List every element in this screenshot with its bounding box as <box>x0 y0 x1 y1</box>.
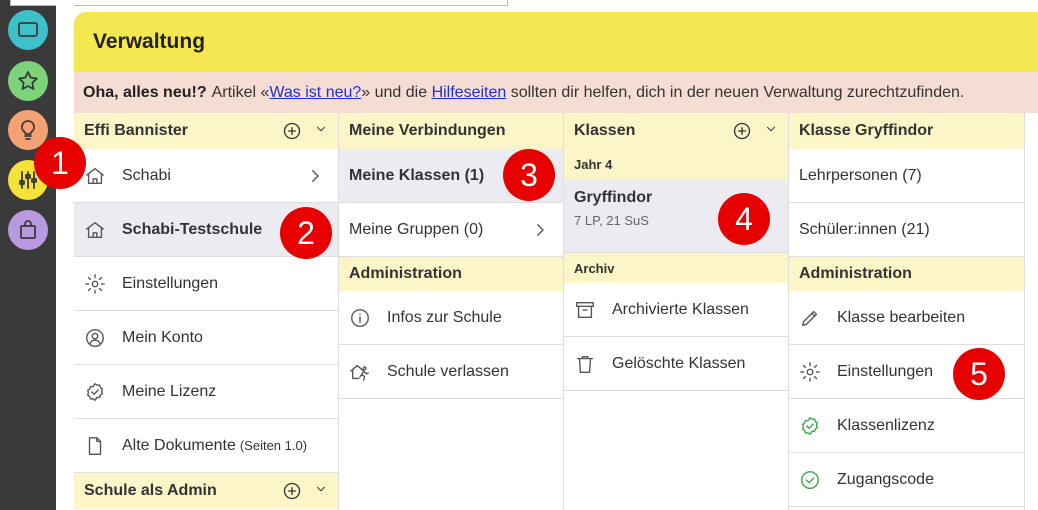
house-icon <box>86 167 104 184</box>
class-administration-header: Administration <box>789 257 1024 291</box>
add-circle-icon[interactable] <box>282 121 302 141</box>
rail-button-screen[interactable] <box>8 10 48 50</box>
column-user-header: Effi Bannister <box>74 113 338 149</box>
nav-item-label: Klasse bearbeiten <box>837 308 966 326</box>
nav-item-label: Meine Gruppen (0) <box>349 220 484 238</box>
user-circle-icon <box>86 328 104 347</box>
annotation-badge-3: 3 <box>503 149 555 201</box>
nav-item-label: Meine Klassen (1) <box>349 166 485 184</box>
column-classes-title: Klassen <box>574 122 636 139</box>
nav-item-label: Klassenlizenz <box>837 416 935 434</box>
info-icon <box>351 308 369 327</box>
document-icon <box>88 436 102 455</box>
nav-item-label: Schabi-Testschule <box>122 220 263 238</box>
notice-bar: Oha, alles neu!? Artikel « Was ist neu? … <box>74 72 1038 113</box>
nav-item-label: Meine Lizenz <box>122 382 217 400</box>
leave-school-icon <box>350 364 369 381</box>
page-gutter <box>56 0 74 510</box>
archive-header: Archiv <box>564 253 788 283</box>
nav-item-label: Schüler:innen (21) <box>799 220 930 238</box>
help-pages-link[interactable]: Hilfeseiten <box>432 84 507 102</box>
column-classes-header: Klassen <box>564 113 788 149</box>
star-icon <box>18 71 38 90</box>
nav-item-label: Alte Dokumente <box>122 436 236 454</box>
nav-item-label: Mein Konto <box>122 328 203 346</box>
browser-strip <box>10 0 508 6</box>
nav-item-klasse-bearbeiten[interactable]: Klasse bearbeiten <box>789 291 1024 345</box>
column-connections-title: Meine Verbindungen <box>349 122 506 139</box>
chevron-down-icon[interactable] <box>764 122 778 136</box>
notice-text-2: » und die <box>361 83 432 101</box>
annotation-badge-4: 4 <box>718 193 770 245</box>
trash-icon <box>576 355 594 373</box>
nav-item-label: Zugangscode <box>837 470 934 488</box>
nav-item-zugangscode[interactable]: Zugangscode <box>789 453 1024 507</box>
gear-icon <box>85 273 105 294</box>
nav-item-label: Einstellungen <box>122 274 219 292</box>
nav-item-label: Einstellungen <box>837 362 934 380</box>
admin-panel: Verwaltung Oha, alles neu!? Artikel « Wa… <box>74 12 1038 510</box>
nav-item-infos-schule[interactable]: Infos zur Schule <box>339 291 563 345</box>
chevron-right-icon <box>312 170 319 182</box>
bag-icon <box>20 220 36 239</box>
nav-item-schule-verlassen[interactable]: Schule verlassen <box>339 345 563 399</box>
notice-text-3: sollten dir helfen, dich in der neuen Ve… <box>506 83 965 101</box>
annotation-badge-5: 5 <box>953 348 1005 400</box>
chevron-down-icon[interactable] <box>314 122 328 136</box>
column-user-title: Effi Bannister <box>84 122 189 139</box>
nav-item-einstellungen[interactable]: Einstellungen <box>74 257 338 311</box>
lightbulb-icon <box>21 120 35 140</box>
nav-item-label: Archivierte Klassen <box>612 300 749 318</box>
gear-icon <box>800 361 820 382</box>
nav-item-label: Gelöschte Klassen <box>612 354 746 372</box>
nav-item-klassenlizenz[interactable]: Klassenlizenz <box>789 399 1024 453</box>
add-circle-icon[interactable] <box>732 121 752 141</box>
column-user: Effi Bannister Schabi Schabi-Testschule … <box>74 113 339 510</box>
nav-item-suffix: (Seiten 1.0) <box>239 438 308 453</box>
column-connections-header: Meine Verbindungen <box>339 113 563 149</box>
panel-header: Verwaltung <box>74 12 1038 72</box>
notice-bold: Oha, alles neu!? <box>83 83 207 101</box>
annotation-badge-1: 1 <box>34 137 86 189</box>
add-circle-icon[interactable] <box>282 481 302 501</box>
chevron-right-icon <box>537 224 544 236</box>
column-classes: Klassen Jahr 4 Gryffindor 7 LP, 21 SuS A… <box>564 113 789 510</box>
nav-item-geloeschte-klassen[interactable]: Gelöschte Klassen <box>564 337 788 391</box>
nav-item-meine-lizenz[interactable]: Meine Lizenz <box>74 365 338 419</box>
column-class-detail-title: Klasse Gryffindor <box>799 122 934 139</box>
rail-button-star[interactable] <box>8 61 48 101</box>
annotation-badge-2: 2 <box>280 207 332 259</box>
app-rail <box>0 0 56 510</box>
license-badge-icon <box>86 382 104 401</box>
column-class-detail-header: Klasse Gryffindor <box>789 113 1024 149</box>
column-class-detail: Klasse Gryffindor Lehrpersonen (7) Schül… <box>789 113 1025 510</box>
nav-item-archivierte-klassen[interactable]: Archivierte Klassen <box>564 283 788 337</box>
administration-header: Administration <box>339 257 563 291</box>
chevron-down-icon[interactable] <box>314 482 328 496</box>
whats-new-link[interactable]: Was ist neu? <box>269 84 361 102</box>
archive-icon <box>576 301 594 318</box>
license-badge-icon <box>801 416 819 435</box>
screen-icon <box>18 22 38 37</box>
check-circle-icon <box>801 470 819 489</box>
school-admin-title: Schule als Admin <box>84 482 217 499</box>
pencil-icon <box>801 310 818 326</box>
house-icon <box>86 221 104 238</box>
nav-item-meine-gruppen[interactable]: Meine Gruppen (0) <box>339 203 563 257</box>
column-user-footer-header: Schule als Admin <box>74 473 338 509</box>
nav-item-mein-konto[interactable]: Mein Konto <box>74 311 338 365</box>
nav-item-schabi[interactable]: Schabi <box>74 149 338 203</box>
nav-item-schuelerinnen[interactable]: Schüler:innen (21) <box>789 203 1024 257</box>
nav-item-alte-dokumente[interactable]: Alte Dokumente (Seiten 1.0) <box>74 419 338 473</box>
notice-text-1: Artikel « <box>211 83 270 101</box>
nav-item-label: Lehrpersonen (7) <box>799 166 922 184</box>
nav-item-lehrpersonen[interactable]: Lehrpersonen (7) <box>789 149 1024 203</box>
page-title: Verwaltung <box>93 30 206 53</box>
nav-item-label: Infos zur Schule <box>387 308 502 326</box>
nav-item-label: Schabi <box>122 166 171 184</box>
year-header: Jahr 4 <box>564 149 788 179</box>
rail-button-bag[interactable] <box>8 210 48 250</box>
nav-item-label: Schule verlassen <box>387 362 509 380</box>
